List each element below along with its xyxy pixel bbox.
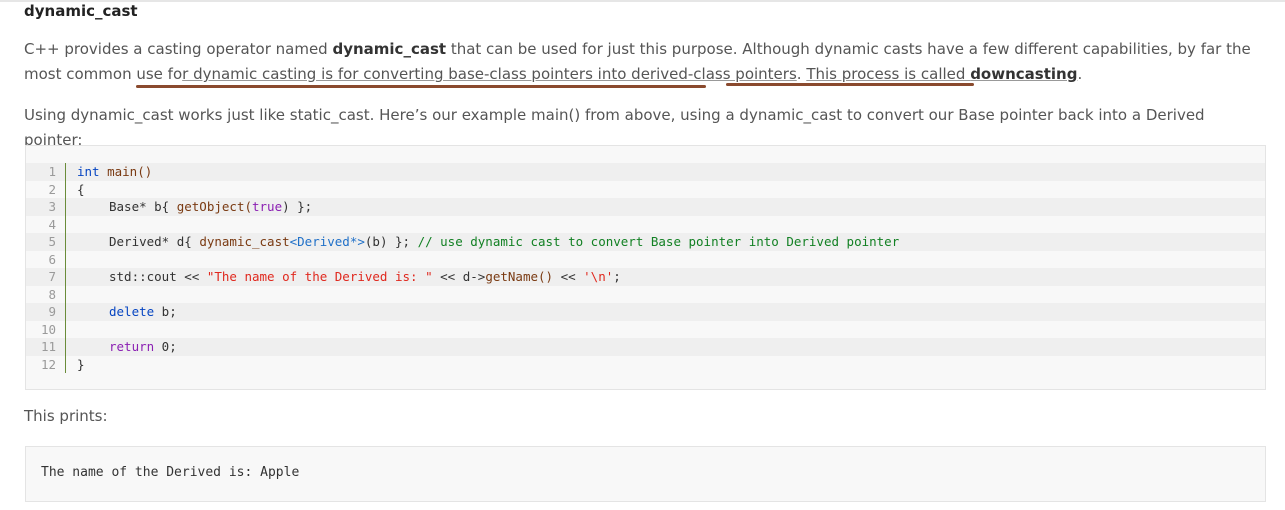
code-line: 12} xyxy=(26,355,1265,373)
code-block[interactable]: 1 int main() 2{ 3 Base* b{ getObject(true)… xyxy=(25,145,1266,390)
code-line: 10 xyxy=(26,320,1265,338)
downcast-phrase: This process is called xyxy=(806,65,971,83)
intro-paragraph: C++ provides a casting operator named dy… xyxy=(24,37,1254,87)
line-number: 1 xyxy=(48,164,56,179)
code-token: <Derived*> xyxy=(289,234,365,249)
code-token: ) }; xyxy=(282,199,313,214)
code-token: << d-> xyxy=(432,269,486,284)
code-token: b; xyxy=(154,304,177,319)
dynamic-cast-term: dynamic_cast xyxy=(332,40,447,58)
line-number: 10 xyxy=(40,321,56,337)
code-string: '\n' xyxy=(583,269,614,284)
code-token: delete xyxy=(109,304,155,319)
prints-label: This prints: xyxy=(24,407,108,425)
code-line: 4 xyxy=(26,215,1265,233)
downcasting-term: downcasting xyxy=(970,65,1078,83)
highlighted-text-2[interactable]: This process is called downcasting xyxy=(806,65,1077,83)
para1-text: C++ provides a casting operator named xyxy=(24,40,333,58)
code-token: { xyxy=(77,181,85,197)
line-number: 5 xyxy=(48,234,56,249)
line-number: 11 xyxy=(40,339,56,354)
top-divider xyxy=(0,0,1285,2)
code-token: Derived* d{ xyxy=(109,234,200,249)
highlight-underline-2 xyxy=(726,83,974,86)
highlighted-text-1[interactable]: r dynamic casting is for converting base… xyxy=(182,65,797,83)
line-number: 9 xyxy=(48,304,56,319)
section-heading: dynamic_cast xyxy=(24,2,138,20)
code-string: "The name of the Derived is: " xyxy=(206,269,433,284)
output-block[interactable]: The name of the Derived is: Apple xyxy=(25,446,1266,502)
code-token: (b) }; xyxy=(364,234,418,249)
highlight-underline-1 xyxy=(136,85,706,88)
code-token: ; xyxy=(613,269,621,284)
code-line: 7 std::cout << "The name of the Derived i… xyxy=(26,268,1265,286)
line-number: 6 xyxy=(48,251,56,267)
line-number: 8 xyxy=(48,286,56,302)
line-number: 12 xyxy=(40,356,56,372)
code-token: std::cout << xyxy=(109,269,207,284)
code-line: 6 xyxy=(26,250,1265,268)
code-token: } xyxy=(77,356,85,372)
output-text: The name of the Derived is: Apple xyxy=(41,465,300,480)
code-line: 11 return 0; xyxy=(26,338,1265,356)
code-token: main() xyxy=(99,164,153,179)
code-token: dynamic_cast xyxy=(199,234,290,249)
para1-text: . xyxy=(1077,65,1083,83)
code-line: 3 Base* b{ getObject(true) }; xyxy=(26,198,1265,216)
code-line: 1 int main() xyxy=(26,163,1265,181)
code-token: true xyxy=(252,199,283,214)
para1-text: . xyxy=(796,65,807,83)
code-token: int xyxy=(77,164,100,179)
code-token: getName() xyxy=(485,269,554,284)
line-number: 7 xyxy=(48,269,56,284)
code-token: << xyxy=(553,269,584,284)
code-line: 2{ xyxy=(26,180,1265,198)
code-line: 9 delete b; xyxy=(26,303,1265,321)
line-number: 3 xyxy=(48,199,56,214)
code-line: 5 Derived* d{ dynamic_cast<Derived*>(b) }… xyxy=(26,233,1265,251)
code-line: 8 xyxy=(26,285,1265,303)
line-number: 2 xyxy=(48,181,56,197)
code-token: return xyxy=(109,339,155,354)
code-token: 0; xyxy=(154,339,177,354)
code-comment: // use dynamic cast to convert Base poin… xyxy=(417,234,900,249)
code-token: Base* b{ xyxy=(109,199,177,214)
line-number: 4 xyxy=(48,216,56,232)
code-token: getObject( xyxy=(176,199,252,214)
